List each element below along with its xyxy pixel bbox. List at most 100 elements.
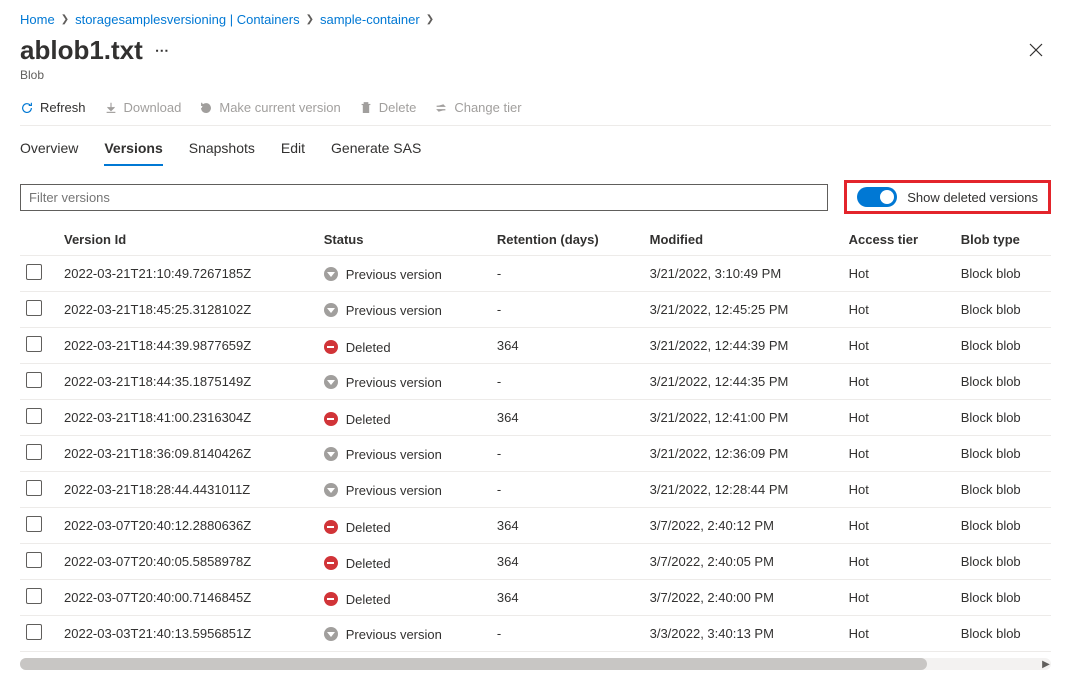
row-checkbox[interactable]: [26, 336, 42, 352]
cell-access-tier: Hot: [839, 436, 951, 472]
row-checkbox[interactable]: [26, 516, 42, 532]
download-icon: [104, 101, 118, 115]
table-row[interactable]: 2022-03-21T18:41:00.2316304ZDeleted3643/…: [20, 400, 1051, 436]
table-row[interactable]: 2022-03-21T18:36:09.8140426ZPrevious ver…: [20, 436, 1051, 472]
cell-access-tier: Hot: [839, 580, 951, 616]
table-row[interactable]: 2022-03-07T20:40:05.5858978ZDeleted3643/…: [20, 544, 1051, 580]
cell-retention: -: [487, 436, 640, 472]
table-row[interactable]: 2022-03-21T18:28:44.4431011ZPrevious ver…: [20, 472, 1051, 508]
cell-status: Deleted: [314, 400, 487, 436]
chevron-right-icon: ❯: [61, 14, 69, 25]
row-checkbox[interactable]: [26, 444, 42, 460]
cell-version-id: 2022-03-21T18:44:39.9877659Z: [54, 328, 314, 364]
cell-blob-type: Block blob: [951, 400, 1051, 436]
cell-modified: 3/21/2022, 3:10:49 PM: [640, 256, 839, 292]
table-row[interactable]: 2022-03-03T21:40:13.5956851ZPrevious ver…: [20, 616, 1051, 652]
cell-status: Previous version: [314, 616, 487, 652]
cell-retention: 364: [487, 400, 640, 436]
cell-version-id: 2022-03-07T20:40:12.2880636Z: [54, 508, 314, 544]
cell-version-id: 2022-03-21T18:45:25.3128102Z: [54, 292, 314, 328]
previous-version-icon: [324, 483, 338, 497]
table-row[interactable]: 2022-03-21T18:44:35.1875149ZPrevious ver…: [20, 364, 1051, 400]
cell-version-id: 2022-03-03T21:40:13.5956851Z: [54, 616, 314, 652]
row-checkbox[interactable]: [26, 480, 42, 496]
tab-generate-sas[interactable]: Generate SAS: [331, 140, 421, 166]
cell-access-tier: Hot: [839, 616, 951, 652]
cell-access-tier: Hot: [839, 364, 951, 400]
cell-status: Deleted: [314, 508, 487, 544]
col-modified[interactable]: Modified: [640, 224, 839, 256]
cell-status: Deleted: [314, 580, 487, 616]
table-row[interactable]: 2022-03-21T18:45:25.3128102ZPrevious ver…: [20, 292, 1051, 328]
cell-status: Deleted: [314, 328, 487, 364]
deleted-icon: [324, 592, 338, 606]
cell-access-tier: Hot: [839, 508, 951, 544]
tab-edit[interactable]: Edit: [281, 140, 305, 166]
deleted-icon: [324, 556, 338, 570]
cell-blob-type: Block blob: [951, 364, 1051, 400]
show-deleted-toggle[interactable]: [857, 187, 897, 207]
cell-version-id: 2022-03-07T20:40:00.7146845Z: [54, 580, 314, 616]
row-checkbox[interactable]: [26, 372, 42, 388]
col-retention[interactable]: Retention (days): [487, 224, 640, 256]
scroll-right-icon[interactable]: ▶: [1039, 658, 1051, 670]
cell-modified: 3/3/2022, 3:40:13 PM: [640, 616, 839, 652]
horizontal-scrollbar[interactable]: ◀ ▶: [20, 658, 1051, 670]
swap-icon: [434, 101, 448, 115]
cell-status: Previous version: [314, 436, 487, 472]
tab-snapshots[interactable]: Snapshots: [189, 140, 255, 166]
deleted-icon: [324, 520, 338, 534]
row-checkbox[interactable]: [26, 408, 42, 424]
close-button[interactable]: [1021, 35, 1051, 68]
page-subtitle: Blob: [20, 68, 169, 82]
row-checkbox[interactable]: [26, 624, 42, 640]
cell-version-id: 2022-03-07T20:40:05.5858978Z: [54, 544, 314, 580]
previous-version-icon: [324, 303, 338, 317]
breadcrumb-container[interactable]: sample-container: [320, 12, 420, 27]
cell-status: Deleted: [314, 544, 487, 580]
col-status[interactable]: Status: [314, 224, 487, 256]
cell-blob-type: Block blob: [951, 580, 1051, 616]
tab-overview[interactable]: Overview: [20, 140, 78, 166]
refresh-button[interactable]: Refresh: [20, 100, 86, 115]
table-row[interactable]: 2022-03-07T20:40:12.2880636ZDeleted3643/…: [20, 508, 1051, 544]
table-row[interactable]: 2022-03-21T18:44:39.9877659ZDeleted3643/…: [20, 328, 1051, 364]
previous-version-icon: [324, 267, 338, 281]
cell-version-id: 2022-03-21T21:10:49.7267185Z: [54, 256, 314, 292]
cell-blob-type: Block blob: [951, 328, 1051, 364]
cell-access-tier: Hot: [839, 256, 951, 292]
breadcrumb-home[interactable]: Home: [20, 12, 55, 27]
col-access-tier[interactable]: Access tier: [839, 224, 951, 256]
show-deleted-toggle-wrap: Show deleted versions: [844, 180, 1051, 214]
cell-status: Previous version: [314, 364, 487, 400]
tab-versions[interactable]: Versions: [104, 140, 162, 166]
table-row[interactable]: 2022-03-07T20:40:00.7146845ZDeleted3643/…: [20, 580, 1051, 616]
table-row[interactable]: 2022-03-21T21:10:49.7267185ZPrevious ver…: [20, 256, 1051, 292]
col-version-id[interactable]: Version Id: [54, 224, 314, 256]
toolbar: Refresh Download Make current version De…: [20, 82, 1051, 126]
cell-modified: 3/21/2022, 12:44:35 PM: [640, 364, 839, 400]
cell-retention: -: [487, 472, 640, 508]
deleted-icon: [324, 340, 338, 354]
cell-version-id: 2022-03-21T18:28:44.4431011Z: [54, 472, 314, 508]
make-current-button: Make current version: [199, 100, 340, 115]
cell-modified: 3/21/2022, 12:44:39 PM: [640, 328, 839, 364]
row-checkbox[interactable]: [26, 552, 42, 568]
promote-icon: [199, 101, 213, 115]
tabs: Overview Versions Snapshots Edit Generat…: [20, 126, 1051, 166]
breadcrumb-account[interactable]: storagesamplesversioning | Containers: [75, 12, 300, 27]
col-blob-type[interactable]: Blob type: [951, 224, 1051, 256]
row-checkbox[interactable]: [26, 300, 42, 316]
filter-versions-input[interactable]: [20, 184, 828, 211]
cell-status: Previous version: [314, 472, 487, 508]
scrollbar-thumb[interactable]: [20, 658, 927, 670]
cell-status: Previous version: [314, 256, 487, 292]
row-checkbox[interactable]: [26, 588, 42, 604]
row-checkbox[interactable]: [26, 264, 42, 280]
more-actions-button[interactable]: ⋯: [155, 42, 169, 59]
cell-blob-type: Block blob: [951, 436, 1051, 472]
cell-retention: 364: [487, 580, 640, 616]
cell-retention: -: [487, 292, 640, 328]
cell-retention: -: [487, 256, 640, 292]
cell-modified: 3/21/2022, 12:45:25 PM: [640, 292, 839, 328]
